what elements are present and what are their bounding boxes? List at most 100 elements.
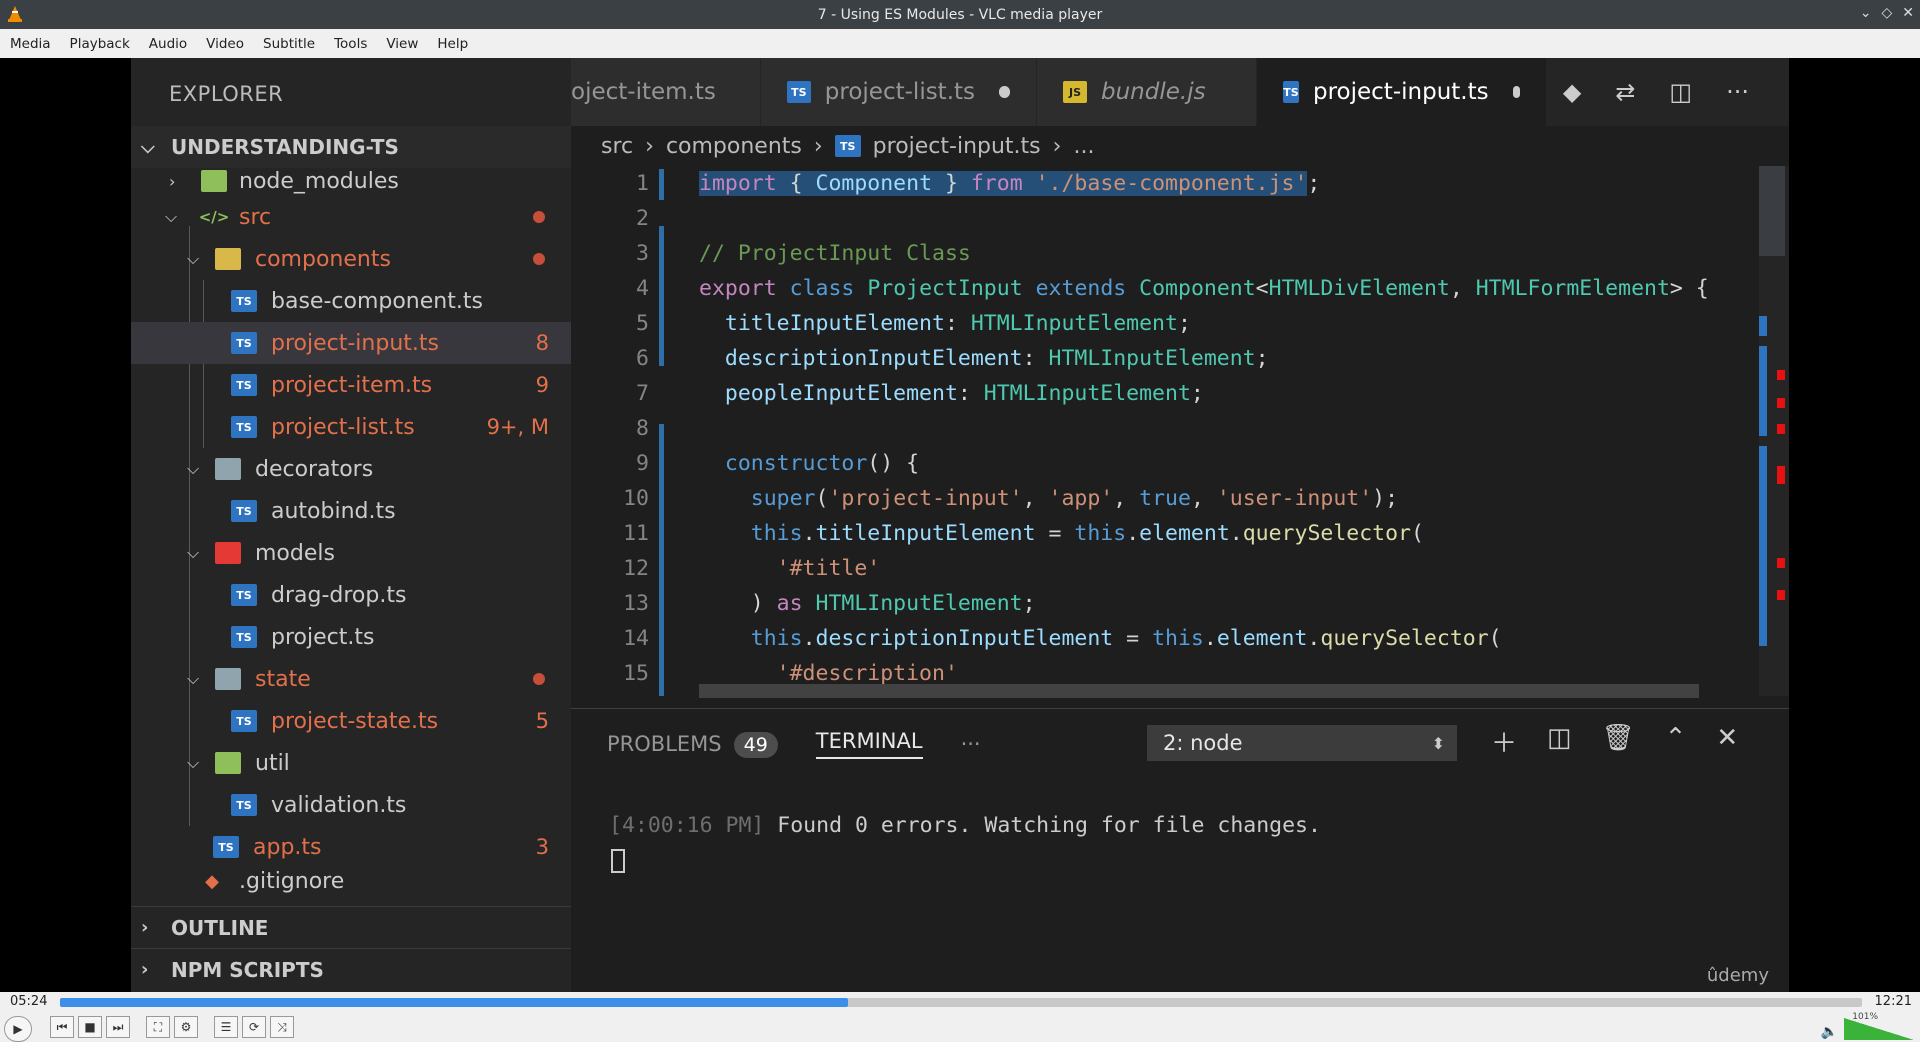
npm-scripts-header[interactable]: › NPM SCRIPTS [131, 948, 571, 990]
tab-project-item[interactable]: oject-item.ts [571, 58, 761, 126]
menu-subtitle[interactable]: Subtitle [257, 36, 328, 52]
problem-count-badge: 9+, M [486, 415, 549, 439]
menu-help[interactable]: Help [431, 36, 481, 52]
video-area[interactable]: EXPLORER ⌵ UNDERSTANDING-TS › node_modul… [0, 58, 1920, 992]
split-editor-icon[interactable]: ◫ [1669, 78, 1692, 106]
outline-header[interactable]: › OUTLINE [131, 906, 571, 948]
new-terminal-icon[interactable]: ＋ [1491, 723, 1517, 760]
maximize-panel-icon[interactable]: ⌃ [1665, 723, 1687, 760]
tab-project-input[interactable]: TS project-input.ts [1257, 58, 1547, 126]
modified-dot [533, 673, 545, 685]
ts-file-icon: TS [231, 710, 257, 732]
code-line: 4 export class ProjectInput extends Compo… [636, 276, 1709, 301]
folder-icon [215, 752, 241, 774]
window-titlebar: 7 - Using ES Modules - VLC media player … [0, 0, 1920, 29]
horizontal-scrollbar[interactable] [699, 684, 1699, 698]
explorer-title: EXPLORER [169, 82, 284, 106]
menu-view[interactable]: View [380, 36, 431, 52]
restore-button[interactable]: ◇ [1881, 5, 1892, 21]
menu-media[interactable]: Media [4, 36, 64, 52]
menu-video[interactable]: Video [200, 36, 257, 52]
seek-slider[interactable] [60, 998, 1862, 1007]
tab-bundle-js[interactable]: JS bundle.js [1037, 58, 1257, 126]
folder-icon [215, 458, 241, 480]
ts-file-icon: TS [213, 836, 239, 858]
window-title: 7 - Using ES Modules - VLC media player [817, 6, 1103, 23]
explorer-sidebar: EXPLORER ⌵ UNDERSTANDING-TS › node_modul… [131, 58, 571, 992]
menu-playback[interactable]: Playback [64, 36, 143, 52]
close-panel-icon[interactable]: ✕ [1716, 723, 1738, 760]
volume-control[interactable]: 🔈 101% [1821, 1012, 1914, 1040]
tab-terminal[interactable]: TERMINAL [815, 729, 923, 759]
tree-drag-drop[interactable]: TS drag-drop.ts [131, 574, 571, 616]
tree-project-list[interactable]: TS project-list.ts 9+, M [131, 406, 571, 448]
loop-button[interactable]: ⟳ [242, 1016, 266, 1038]
play-button[interactable]: ▶ [4, 1016, 32, 1042]
code-line: 7 peopleInputElement: HTMLInputElement; [636, 381, 1204, 406]
error-marker [1777, 558, 1785, 568]
chevron-down-icon: ⌵ [187, 543, 200, 562]
problem-count-badge: 3 [535, 835, 549, 859]
tree-util: ⌵ util [131, 742, 571, 784]
tree-project-item[interactable]: TS project-item.ts 9 [131, 364, 571, 406]
breadcrumb: src › components › TS project-input.ts ›… [571, 126, 1789, 166]
tree-label: project-list.ts [271, 414, 415, 440]
tree-project-state[interactable]: TS project-state.ts 5 [131, 700, 571, 742]
code-line: 10 super('project-input', 'app', true, '… [623, 486, 1399, 511]
code-line: 9 constructor() { [636, 451, 920, 476]
previous-button[interactable]: ⏮ [50, 1016, 74, 1038]
code-editor[interactable]: 1 import { Component } from './base-compo… [571, 166, 1789, 696]
git-compare-icon[interactable]: ◆ [1563, 78, 1581, 106]
breadcrumb-item[interactable]: src [601, 134, 633, 159]
fullscreen-button[interactable]: ⛶ [146, 1016, 170, 1038]
folder-icon [215, 542, 241, 564]
open-changes-icon[interactable]: ⇄ [1615, 78, 1635, 106]
tree-project[interactable]: TS project.ts [131, 616, 571, 658]
error-marker [1777, 590, 1785, 600]
folder-icon [215, 668, 241, 690]
tree-project-input[interactable]: TS project-input.ts 8 [131, 322, 571, 364]
stop-button[interactable]: ■ [78, 1016, 102, 1038]
tab-project-list[interactable]: TS project-list.ts [761, 58, 1037, 126]
next-button[interactable]: ⏭ [106, 1016, 130, 1038]
chevron-right-icon: › [813, 133, 823, 159]
modified-dot [533, 253, 545, 265]
tab-problems[interactable]: PROBLEMS 49 [607, 732, 778, 758]
ts-file-icon: TS [834, 135, 861, 157]
breadcrumb-item[interactable]: ... [1073, 134, 1094, 159]
tree-autobind[interactable]: TS autobind.ts [131, 490, 571, 532]
shuffle-button[interactable]: ⤨ [270, 1016, 294, 1038]
minimize-button[interactable]: ⌄ [1860, 5, 1872, 21]
tree-decorators: ⌵ decorators [131, 448, 571, 490]
playlist-button[interactable]: ☰ [214, 1016, 238, 1038]
menu-audio[interactable]: Audio [143, 36, 200, 52]
more-actions-icon[interactable]: ··· [1726, 78, 1749, 106]
tree-label: drag-drop.ts [271, 582, 407, 608]
breadcrumb-item[interactable]: project-input.ts [873, 134, 1041, 159]
menu-tools[interactable]: Tools [328, 36, 380, 52]
ts-file-icon: TS [231, 626, 257, 648]
tree-label: components [255, 246, 391, 272]
minimap[interactable] [1759, 166, 1789, 696]
tree-base-component[interactable]: TS base-component.ts [131, 280, 571, 322]
error-marker [1777, 466, 1785, 484]
seek-fill [60, 998, 849, 1007]
tree-validation[interactable]: TS validation.ts [131, 784, 571, 826]
more-panels-icon[interactable]: ··· [961, 732, 981, 756]
folder-icon [201, 170, 227, 192]
tree-gitignore[interactable]: ◆ .gitignore [131, 866, 571, 896]
extended-settings-button[interactable]: ⚙ [174, 1016, 198, 1038]
code-line: 12 '#title' [623, 556, 881, 581]
breadcrumb-item[interactable]: components [666, 134, 802, 159]
terminal-output[interactable]: [4:00:16 PM] Found 0 errors. Watching fo… [609, 813, 1321, 838]
tree-app[interactable]: TS app.ts 3 [131, 826, 571, 868]
terminal-select[interactable]: 2: node ⬍ [1147, 725, 1457, 761]
tab-label: project-list.ts [824, 79, 976, 105]
trash-icon[interactable]: 🗑 [1602, 723, 1635, 760]
problems-label: PROBLEMS [607, 732, 722, 756]
close-window-button[interactable]: ✕ [1902, 5, 1914, 21]
code-line: 14 this.descriptionInputElement = this.e… [623, 626, 1502, 651]
git-icon: ◆ [205, 870, 219, 892]
split-terminal-icon[interactable]: ◫ [1547, 723, 1572, 760]
ts-file-icon: TS [231, 500, 257, 522]
